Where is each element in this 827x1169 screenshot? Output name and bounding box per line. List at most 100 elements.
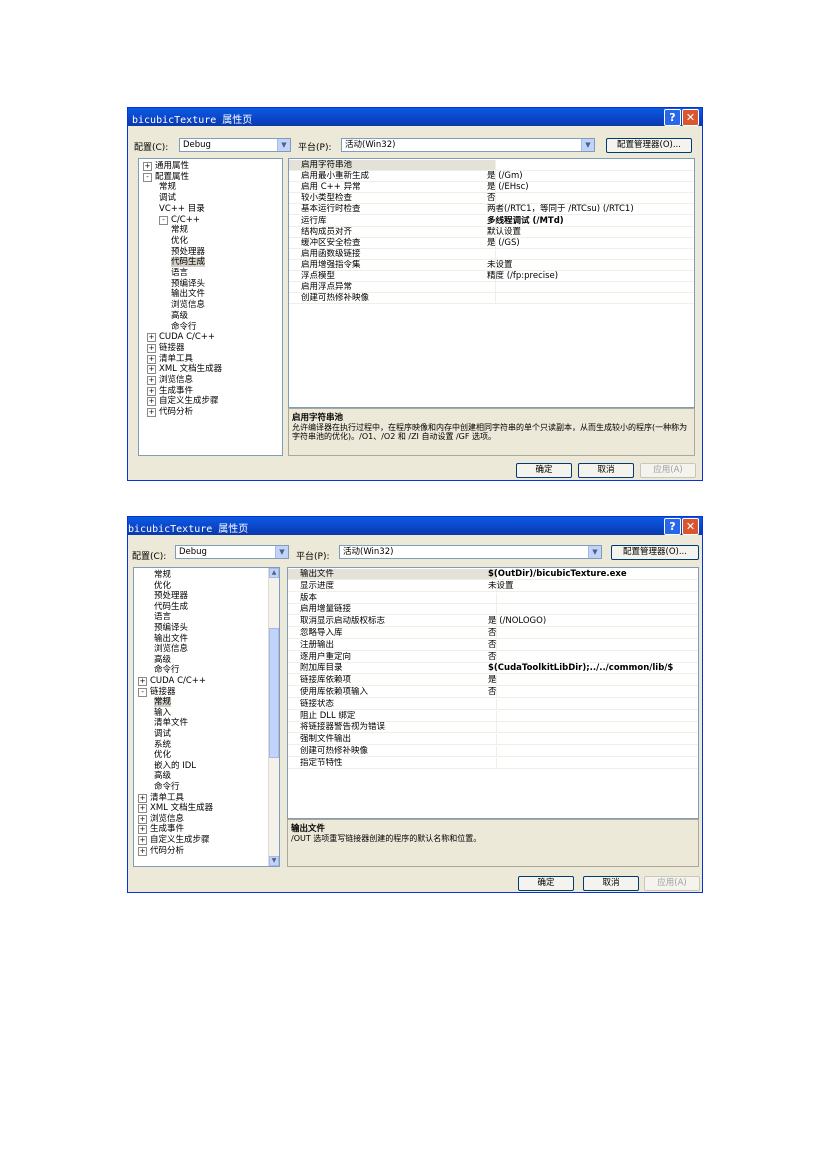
cancel-button[interactable]: 取消 (583, 876, 639, 891)
property-row[interactable]: 使用库依赖项输入否 (288, 687, 698, 698)
tree-item[interactable]: 代码生成 (154, 602, 188, 612)
property-row[interactable]: 输出文件 $(OutDir)/bicubicTexture.exe (288, 569, 698, 580)
tree-item[interactable]: + XML 文档生成器 (147, 364, 222, 375)
expand-icon[interactable]: + (138, 793, 147, 803)
collapse-icon[interactable]: - (143, 172, 152, 182)
tree-item[interactable]: + 自定义生成步骤 (138, 835, 210, 845)
tree-item[interactable]: - 配置属性 (143, 172, 189, 182)
property-row[interactable]: 较小类型检查否 (289, 193, 694, 205)
expand-icon[interactable]: + (147, 354, 156, 364)
tree-item[interactable]: + 浏览信息 (147, 375, 193, 385)
property-row[interactable]: 创建可热修补映像 (289, 293, 694, 305)
property-row[interactable]: 结构成员对齐 默认设置 (289, 226, 694, 238)
property-row[interactable]: 逐用户重定向否 (288, 651, 698, 663)
property-row[interactable]: 忽略导入库否 (288, 628, 698, 639)
tree-item[interactable]: 浏览信息 (171, 300, 205, 310)
tree-item[interactable]: 预编译头 (171, 279, 205, 289)
property-row[interactable]: 强制文件输出 (288, 734, 698, 746)
help-icon[interactable]: ? (664, 518, 681, 535)
expand-icon[interactable]: + (147, 386, 156, 396)
property-row[interactable]: 启用 C++ 异常是 (/EHsc) (289, 182, 694, 194)
property-value[interactable]: 是 (/NOLOGO) (485, 616, 698, 626)
tree-item[interactable]: VC++ 目录 (159, 204, 205, 214)
collapse-icon[interactable]: - (159, 215, 168, 225)
property-value[interactable]: 否 (485, 652, 698, 662)
ok-button[interactable]: 确定 (516, 463, 572, 478)
property-value[interactable]: 是 (/Gm) (484, 171, 694, 181)
property-row[interactable]: 指定节特性 (288, 757, 698, 769)
tree-item[interactable]: + CUDA C/C++ (147, 332, 215, 343)
tree-item[interactable]: 清单文件 (154, 718, 188, 728)
tree-item[interactable]: 嵌入的 IDL (154, 761, 196, 771)
tree-item[interactable]: 代码生成 (171, 257, 206, 268)
cancel-button[interactable]: 取消 (578, 463, 634, 478)
property-row[interactable]: 阻止 DLL 绑定 (288, 710, 698, 722)
tree-item[interactable]: + 代码分析 (138, 846, 184, 856)
tree-item[interactable]: + 生成事件 (147, 386, 193, 396)
tree-item[interactable]: 高级 (154, 655, 171, 665)
tree-item[interactable]: 语言 (171, 268, 188, 278)
expand-icon[interactable]: + (138, 814, 147, 824)
property-value[interactable] (485, 746, 698, 756)
property-value[interactable]: 默认设置 (484, 227, 694, 237)
tree-item[interactable]: 常规 (159, 182, 176, 192)
tree-item[interactable]: + 浏览信息 (138, 814, 184, 824)
property-row[interactable]: 启用字符串池 (289, 160, 694, 171)
tree-item[interactable]: + XML 文档生成器 (138, 803, 213, 814)
expand-icon[interactable]: + (147, 333, 156, 343)
property-row[interactable]: 启用增量链接 (288, 604, 698, 616)
property-value[interactable] (485, 699, 698, 709)
property-row[interactable]: 链接库依赖项是 (288, 675, 698, 687)
tree-item[interactable]: 优化 (154, 581, 171, 591)
tree-item[interactable]: + 生成事件 (138, 824, 184, 835)
scroll-up-icon[interactable]: ▲ (269, 568, 279, 578)
property-value[interactable]: 否 (485, 687, 698, 697)
tree-item[interactable]: + 通用属性 (143, 161, 189, 171)
chevron-down-icon[interactable]: ▼ (277, 139, 290, 151)
scroll-thumb[interactable] (269, 628, 279, 758)
apply-button[interactable]: 应用(A) (640, 463, 696, 478)
property-value[interactable] (484, 282, 694, 292)
property-value[interactable] (485, 722, 698, 732)
property-row[interactable]: 取消显示启动版权标志是 (/NOLOGO) (288, 616, 698, 628)
config-select[interactable]: Debug ▼ (175, 545, 289, 559)
tree-item[interactable]: 预处理器 (171, 247, 205, 257)
property-value[interactable] (485, 711, 698, 721)
tree-item[interactable]: 优化 (171, 236, 188, 246)
tree-item[interactable]: 系统 (154, 740, 171, 750)
property-row[interactable]: 启用浮点异常 (289, 282, 694, 294)
tree-item[interactable]: 浏览信息 (154, 644, 188, 654)
config-manager-button[interactable]: 配置管理器(O)... (606, 138, 692, 153)
property-grid[interactable]: 输出文件 $(OutDir)/bicubicTexture.exe 显示进度 未设置版… (287, 567, 699, 819)
help-icon[interactable]: ? (664, 109, 681, 126)
tree-item[interactable]: 命令行 (171, 322, 197, 332)
property-value[interactable]: 多线程调试 (/MTd) (484, 216, 694, 226)
property-value[interactable] (484, 160, 694, 170)
tree-item[interactable]: 高级 (154, 771, 171, 781)
property-value[interactable]: 精度 (/fp:precise) (484, 271, 694, 281)
property-value[interactable]: $(CudaToolkitLibDir);../../common/lib/$ (485, 663, 698, 673)
expand-icon[interactable]: + (143, 162, 152, 171)
chevron-down-icon[interactable]: ▼ (581, 139, 594, 151)
tree-item[interactable]: 优化 (154, 750, 171, 760)
property-row[interactable]: 启用函数级链接 (289, 248, 694, 260)
property-value[interactable]: 两者(/RTC1，等同于 /RTCsu) (/RTC1) (484, 204, 694, 214)
expand-icon[interactable]: + (138, 825, 147, 835)
apply-button[interactable]: 应用(A) (644, 876, 700, 891)
property-value[interactable] (485, 758, 698, 768)
property-row[interactable]: 运行库 多线程调试 (/MTd) (289, 215, 694, 227)
tree-item[interactable]: 输入 (154, 708, 171, 718)
property-value[interactable]: 未设置 (484, 260, 694, 270)
property-row[interactable]: 创建可热修补映像 (288, 746, 698, 757)
tree-item[interactable]: 调试 (159, 193, 176, 203)
tree-item[interactable]: - C/C++ (159, 215, 200, 225)
close-icon[interactable]: ✕ (682, 109, 699, 126)
tree-item[interactable]: 预编译头 (154, 623, 188, 633)
tree-item[interactable]: + 代码分析 (147, 407, 193, 418)
property-row[interactable]: 启用增强指令集 未设置 (289, 259, 694, 271)
property-row[interactable]: 缓冲区安全检查是 (/GS) (289, 237, 694, 249)
property-value[interactable] (484, 249, 694, 259)
property-value[interactable]: 未设置 (485, 581, 698, 591)
category-tree[interactable]: + 通用属性 - 配置属性 常规 调试 VC++ 目录 - C/C++ 常规 优化 预处理器 代码生成语… (138, 158, 283, 456)
property-row[interactable]: 注册输出否 (288, 639, 698, 651)
